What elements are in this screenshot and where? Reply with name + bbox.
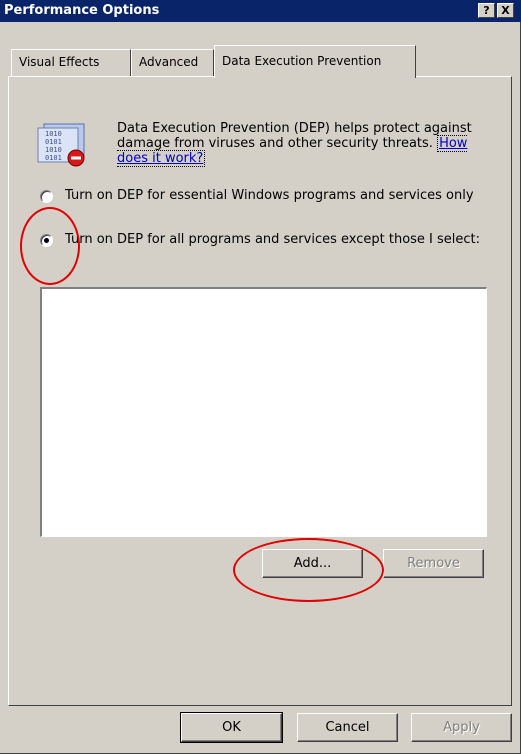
apply-button[interactable]: Apply xyxy=(411,713,512,742)
svg-text:0101: 0101 xyxy=(45,154,62,162)
radio-essential-only[interactable] xyxy=(40,190,53,203)
cancel-button[interactable]: Cancel xyxy=(297,713,398,742)
ok-button[interactable]: OK xyxy=(180,712,283,743)
svg-text:1010: 1010 xyxy=(45,146,62,154)
remove-button[interactable]: Remove xyxy=(383,549,484,578)
dep-description-text: Data Execution Prevention (DEP) helps pr… xyxy=(117,121,472,151)
title-bar: Performance Options ? X xyxy=(0,0,521,22)
tab-data-execution-prevention[interactable]: Data Execution Prevention xyxy=(214,45,416,78)
performance-options-window: Performance Options ? X Visual Effects A… xyxy=(0,0,521,754)
tab-advanced[interactable]: Advanced xyxy=(131,49,214,76)
radio-all-except-selected-label[interactable]: Turn on DEP for all programs and service… xyxy=(65,232,485,248)
add-button[interactable]: Add... xyxy=(262,549,363,578)
tab-visual-effects[interactable]: Visual Effects xyxy=(11,49,131,76)
radio-essential-only-label[interactable]: Turn on DEP for essential Windows progra… xyxy=(65,188,485,204)
svg-text:0101: 0101 xyxy=(45,138,62,146)
dep-exceptions-list[interactable] xyxy=(40,287,487,537)
radio-all-except-selected[interactable] xyxy=(40,234,53,247)
dep-shield-icon: 1010 0101 1010 0101 xyxy=(37,123,85,167)
window-title: Performance Options xyxy=(4,3,160,18)
svg-text:1010: 1010 xyxy=(45,130,62,138)
help-button[interactable]: ? xyxy=(478,3,495,18)
close-button[interactable]: X xyxy=(497,3,514,18)
dep-description: Data Execution Prevention (DEP) helps pr… xyxy=(117,121,477,167)
